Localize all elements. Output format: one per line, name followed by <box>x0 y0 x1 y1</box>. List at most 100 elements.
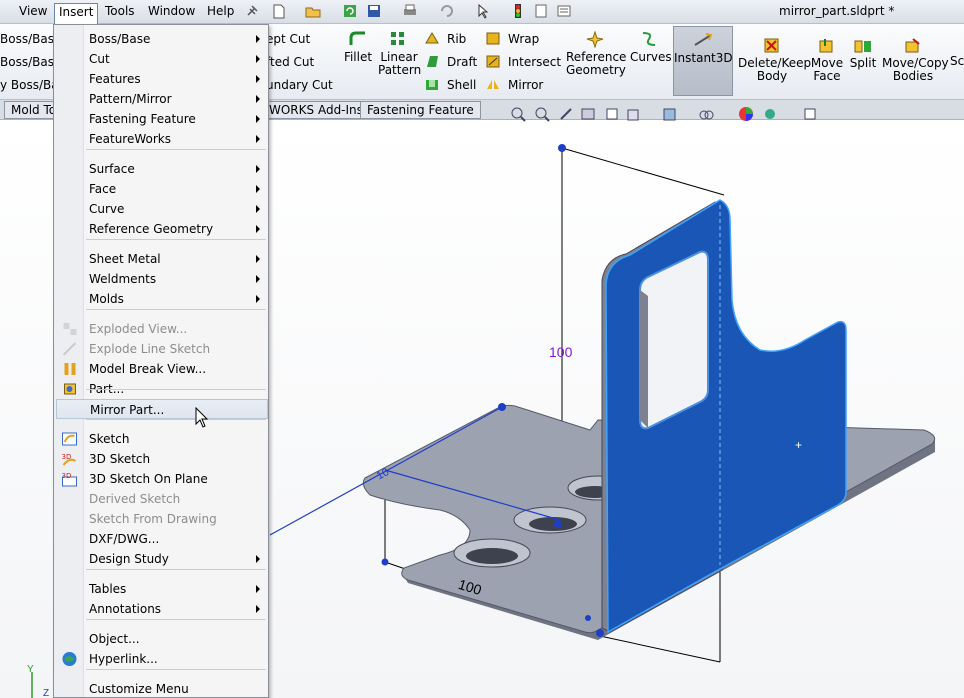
menu-help[interactable]: Help <box>203 3 238 21</box>
menu-item-derived-sketch[interactable]: Derived Sketch <box>56 489 268 509</box>
save-icon[interactable] <box>366 3 384 19</box>
fillet-label: Fillet <box>343 50 373 64</box>
pin-icon[interactable] <box>244 3 262 19</box>
split-button[interactable]: Split <box>848 38 878 70</box>
rib-button[interactable]: Rib <box>447 32 466 46</box>
sketch-icon <box>62 432 77 446</box>
print-icon[interactable] <box>402 3 420 19</box>
ribbon-boundary-cut[interactable]: undary Cut <box>266 78 333 92</box>
move-copy-bodies-button[interactable]: Move/Copy Bodies <box>882 38 949 83</box>
mirror-icon <box>487 80 499 89</box>
edit-appearance-icon[interactable] <box>738 106 754 122</box>
menu-item-model-break-view[interactable]: Model Break View... <box>56 359 268 379</box>
menu-item-featureworks[interactable]: FeatureWorks <box>56 129 268 149</box>
menu-item-dxf-dwg[interactable]: DXF/DWG... <box>56 529 268 549</box>
curves-button[interactable]: Curves <box>630 30 672 64</box>
menu-item-curve[interactable]: Curve <box>56 199 268 219</box>
split-label: Split <box>849 56 877 70</box>
menu-item-mirror-part[interactable]: Mirror Part... <box>56 399 268 419</box>
menu-item-label: 3D Sketch On Plane <box>89 472 208 486</box>
instant3d-button[interactable]: Instant3D <box>673 26 733 96</box>
menu-tools[interactable]: Tools <box>101 3 139 21</box>
apply-scene-icon[interactable] <box>762 106 778 122</box>
previous-view-icon[interactable] <box>558 106 574 122</box>
menu-view[interactable]: View <box>15 3 51 21</box>
rebuild-icon[interactable] <box>342 3 360 19</box>
menu-item-3d-sketch-on-plane[interactable]: 3D 3D Sketch On Plane <box>56 469 268 489</box>
insert-menu-dropdown: Boss/Base Cut Features Pattern/Mirror Fasten… <box>53 24 269 698</box>
undo-icon[interactable] <box>438 3 456 19</box>
menu-item-weldments[interactable]: Weldments <box>56 269 268 289</box>
boss-base-1[interactable]: Boss/Base <box>0 32 54 46</box>
menu-item-sheet-metal[interactable]: Sheet Metal <box>56 249 268 269</box>
delete-keep-body-icon <box>764 38 779 53</box>
menu-item-sketch[interactable]: Sketch <box>56 429 268 449</box>
reference-geometry-button[interactable]: Reference Geometry <box>566 30 626 77</box>
tab-solidworks-addins[interactable]: WORKS Add-Ins <box>262 101 370 119</box>
menu-item-label: Surface <box>89 162 135 176</box>
overflow-button[interactable]: Sc <box>950 55 964 68</box>
exploded-view-icon <box>63 323 77 335</box>
options-icon[interactable] <box>556 3 574 19</box>
intersect-button[interactable]: Intersect <box>508 55 561 69</box>
zoom-to-fit-icon[interactable] <box>510 106 526 122</box>
move-face-button[interactable]: Move Face <box>808 38 846 83</box>
draft-button[interactable]: Draft <box>447 55 477 69</box>
fillet-button[interactable]: Fillet <box>343 30 373 64</box>
traffic-light-icon[interactable] <box>510 3 528 19</box>
select-arrow-icon[interactable] <box>474 3 492 19</box>
menu-item-cut[interactable]: Cut <box>56 49 268 69</box>
open-folder-icon[interactable] <box>305 3 323 19</box>
submenu-arrow-icon <box>256 75 260 83</box>
menu-item-hyperlink[interactable]: Hyperlink... <box>56 649 268 669</box>
menu-item-customize-menu[interactable]: Customize Menu <box>56 679 268 698</box>
menu-item-explode-line-sketch[interactable]: Explode Line Sketch <box>56 339 268 359</box>
section-view-icon[interactable] <box>580 106 596 122</box>
mirror-button[interactable]: Mirror <box>508 78 543 92</box>
submenu-arrow-icon <box>256 225 260 233</box>
boss-base-3[interactable]: y Boss/Bas <box>0 78 54 92</box>
tab-fastening-feature[interactable]: Fastening Feature <box>360 101 481 119</box>
dynamic-annotation-icon[interactable] <box>604 106 620 122</box>
menu-item-design-study[interactable]: Design Study <box>56 549 268 569</box>
menu-insert[interactable]: Insert <box>54 3 99 25</box>
menu-item-face[interactable]: Face <box>56 179 268 199</box>
menu-item-label: Tables <box>89 582 127 596</box>
display-style-icon[interactable] <box>662 106 678 122</box>
ribbon-lofted-cut[interactable]: fted Cut <box>266 55 314 69</box>
linear-pattern-button[interactable]: Linear Pattern <box>378 30 421 77</box>
ribbon-swept-cut[interactable]: ept Cut <box>266 32 310 46</box>
svg-text:Y: Y <box>27 664 34 675</box>
menu-item-molds[interactable]: Molds <box>56 289 268 309</box>
new-document-icon[interactable] <box>270 3 288 19</box>
menu-item-sketch-from-drawing[interactable]: Sketch From Drawing <box>56 509 268 529</box>
menu-item-label: Mirror Part... <box>90 403 165 417</box>
wrap-button[interactable]: Wrap <box>508 32 539 46</box>
mouse-cursor-icon <box>195 407 209 428</box>
menu-separator <box>86 239 266 240</box>
menu-item-fastening-feature[interactable]: Fastening Feature <box>56 109 268 129</box>
menu-separator <box>86 619 266 620</box>
menu-item-reference-geometry[interactable]: Reference Geometry <box>56 219 268 239</box>
menu-item-3d-sketch[interactable]: 3D 3D Sketch <box>56 449 268 469</box>
delete-keep-body-button[interactable]: Delete/Keep Body <box>738 38 811 83</box>
delete-keep-body-label-2: Body <box>756 69 788 83</box>
menu-item-label: Curve <box>89 202 125 216</box>
view-orientation-icon[interactable] <box>626 106 642 122</box>
menu-item-tables[interactable]: Tables <box>56 579 268 599</box>
hide-show-items-icon[interactable] <box>698 106 714 122</box>
menu-item-boss-base[interactable]: Boss/Base <box>56 29 268 49</box>
shell-button[interactable]: Shell <box>447 78 476 92</box>
menu-window[interactable]: Window <box>144 3 199 21</box>
zoom-area-icon[interactable] <box>534 106 550 122</box>
boss-base-2[interactable]: Boss/Base <box>0 55 54 69</box>
menu-item-surface[interactable]: Surface <box>56 159 268 179</box>
menu-item-annotations[interactable]: Annotations <box>56 599 268 619</box>
menu-item-features[interactable]: Features <box>56 69 268 89</box>
menu-item-pattern-mirror[interactable]: Pattern/Mirror <box>56 89 268 109</box>
menu-item-object[interactable]: Object... <box>56 629 268 649</box>
file-properties-icon[interactable] <box>533 3 551 19</box>
view-settings-icon[interactable] <box>802 106 818 122</box>
menu-item-exploded-view[interactable]: Exploded View... <box>56 319 268 339</box>
window-title: mirror_part.sldprt * <box>779 4 895 18</box>
